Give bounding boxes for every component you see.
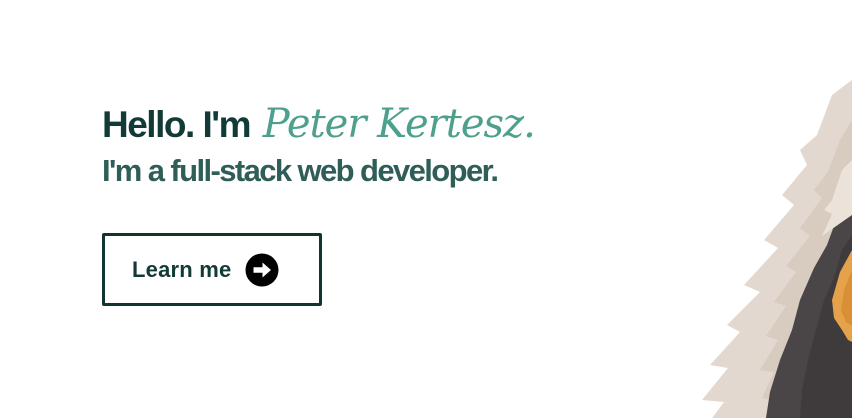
portrait-illustration [702, 80, 852, 418]
hero-tagline: I'm a full-stack web developer. [102, 153, 499, 188]
learn-me-button[interactable]: Learn me [102, 233, 322, 306]
arrow-right-circle-icon [245, 253, 279, 287]
hero-name: Peter Kertesz. [262, 101, 536, 147]
page: Hello. I'm Peter Kertesz. I'm a full-sta… [0, 0, 852, 418]
greeting-text: Hello. I'm [102, 104, 252, 145]
learn-me-label: Learn me [132, 256, 232, 282]
hero-section: Hello. I'm Peter Kertesz. I'm a full-sta… [102, 100, 536, 191]
hero-headline: Hello. I'm Peter Kertesz. [102, 100, 536, 149]
